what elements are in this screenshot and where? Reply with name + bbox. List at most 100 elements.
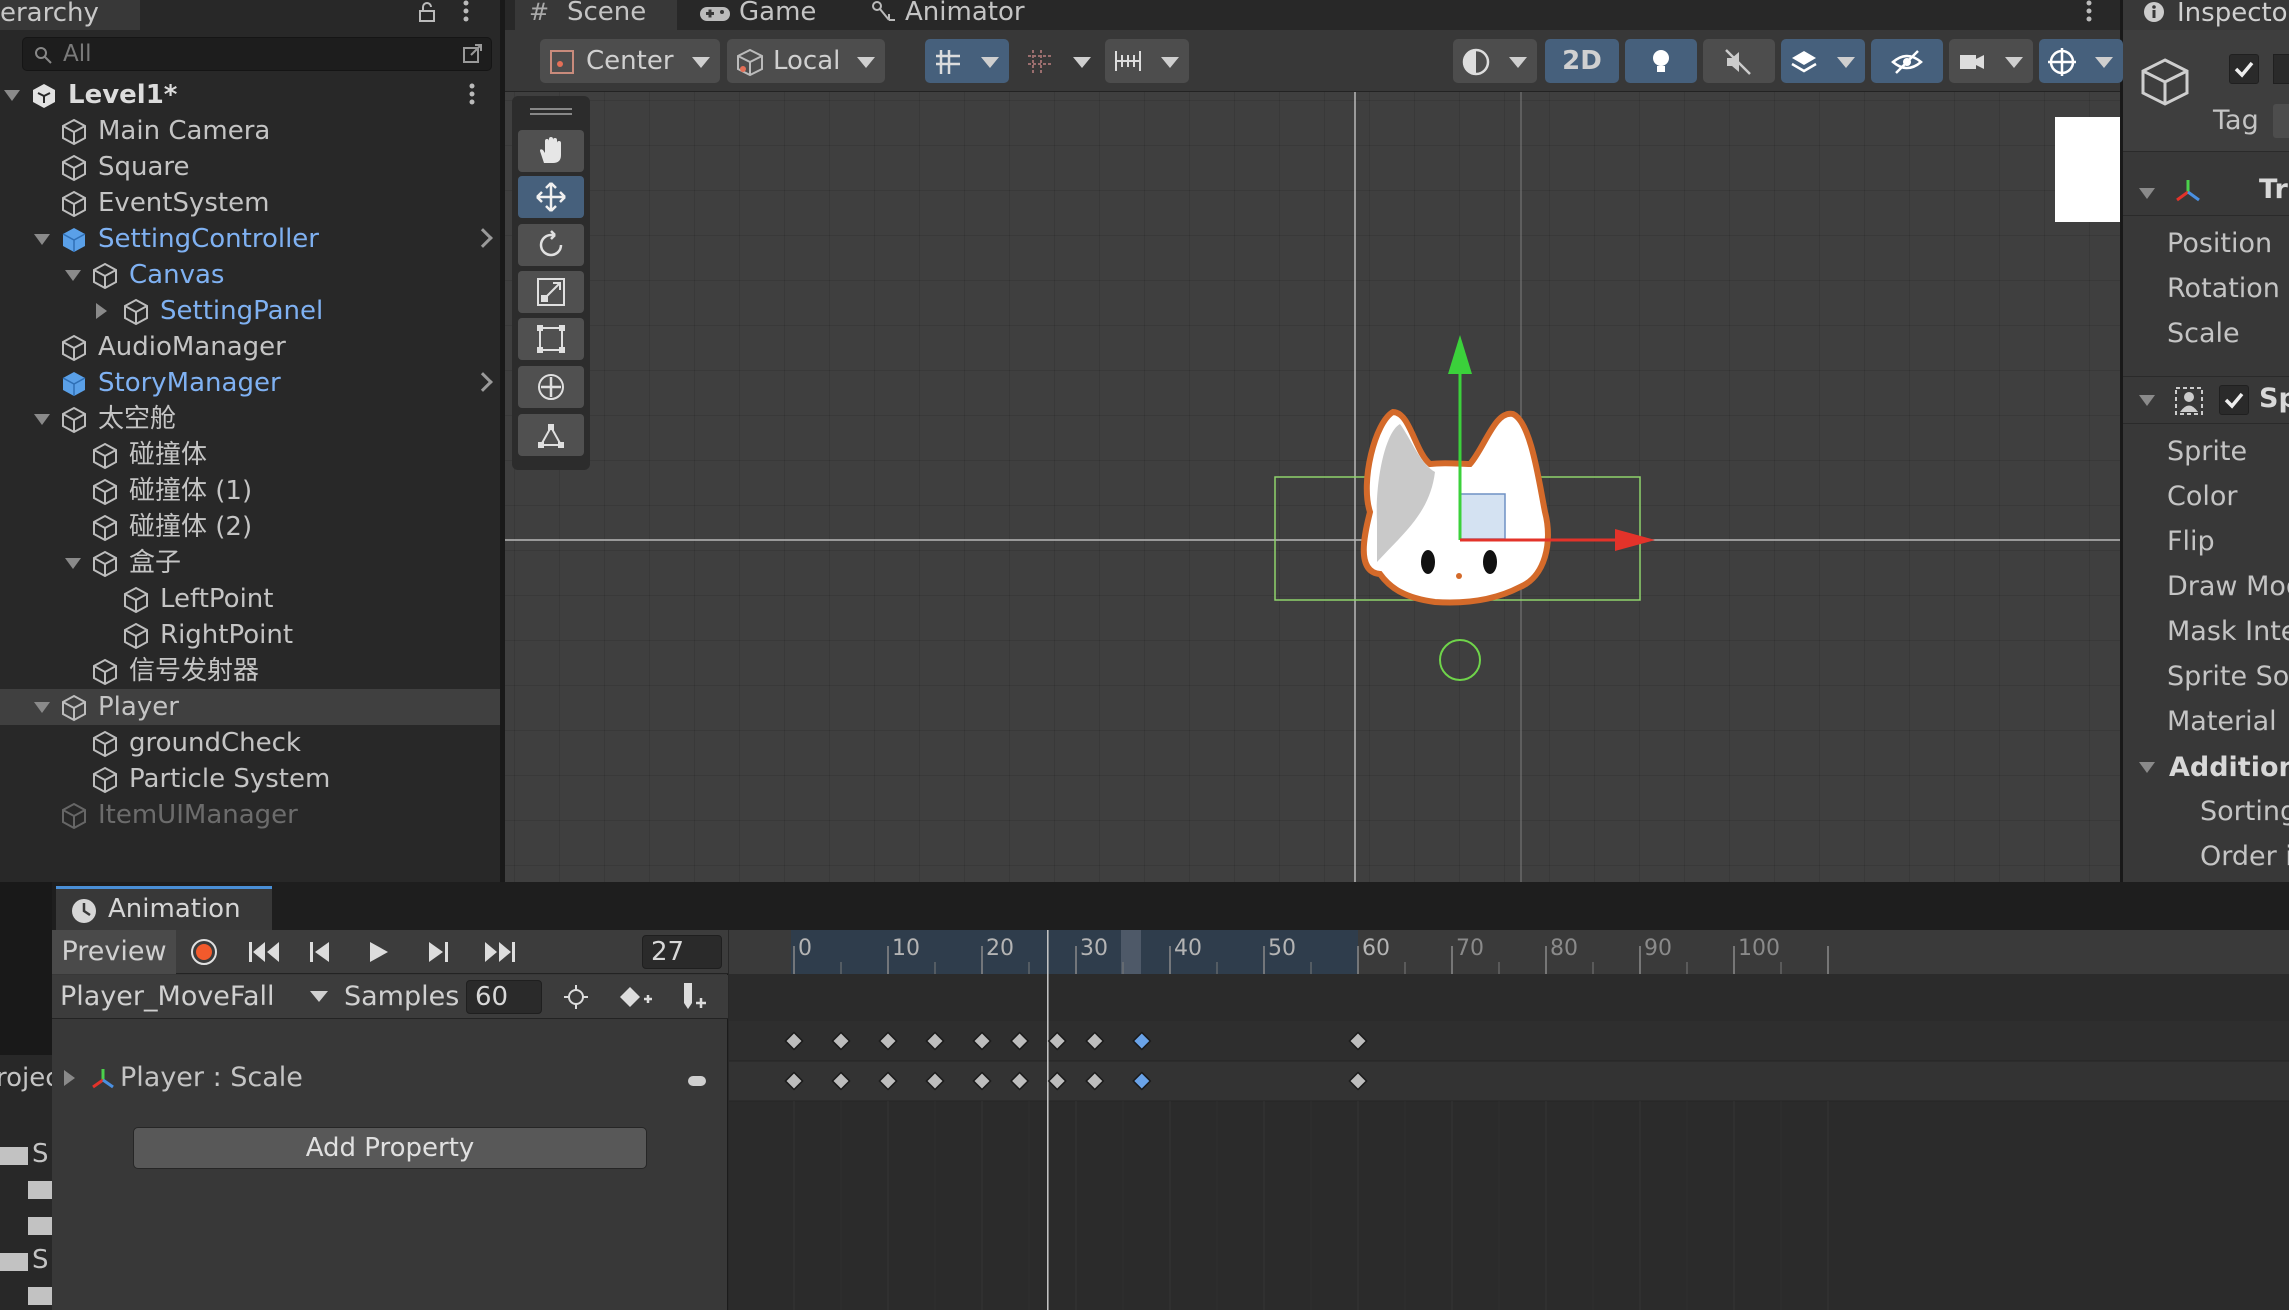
palette-handle[interactable] — [530, 108, 572, 116]
sprite-enabled-checkbox[interactable] — [2219, 385, 2249, 415]
folder-icon — [28, 1181, 52, 1199]
sprite-renderer-header[interactable]: Sp — [2123, 376, 2289, 424]
sprite-renderer-icon — [2175, 387, 2203, 415]
tab-animator[interactable]: Animator — [865, 0, 1035, 30]
snap-keyframe-button[interactable] — [562, 983, 590, 1011]
tree-item-collider[interactable]: 碰撞体 — [0, 437, 500, 473]
animation-controls: Preview 27 — [52, 930, 728, 974]
move-tool[interactable] — [518, 176, 584, 218]
foldout-expanded-icon[interactable] — [65, 270, 81, 281]
lock-icon[interactable] — [418, 2, 438, 22]
tab-animation[interactable]: Animation — [56, 886, 272, 930]
name-field[interactable] — [2273, 54, 2289, 84]
project-tab-label[interactable]: roject — [0, 1063, 52, 1093]
tree-item-main-camera[interactable]: Main Camera — [0, 113, 500, 149]
chevron-right-icon[interactable] — [473, 372, 493, 392]
current-frame-field[interactable]: 27 — [642, 935, 722, 969]
samples-field[interactable]: 60 — [466, 980, 542, 1014]
tree-item-groundcheck[interactable]: groundCheck — [0, 725, 500, 761]
pivot-center-dropdown[interactable]: Center — [540, 39, 720, 83]
transform-component-header[interactable]: Tr — [2123, 168, 2289, 216]
add-event-button[interactable] — [678, 981, 708, 1013]
tree-item-leftpoint[interactable]: LeftPoint — [0, 581, 500, 617]
shading-mode-dropdown[interactable] — [1453, 39, 1537, 83]
property-options-icon[interactable] — [688, 1076, 706, 1086]
tag-dropdown[interactable] — [2273, 104, 2289, 138]
scale-tool[interactable] — [518, 271, 584, 313]
preview-toggle[interactable]: Preview — [52, 930, 176, 974]
tree-item-taikongcang[interactable]: 太空舱 — [0, 401, 500, 437]
animator-icon — [872, 1, 895, 21]
add-keyframe-button[interactable] — [618, 983, 654, 1011]
active-checkbox[interactable] — [2229, 54, 2259, 84]
hierarchy-menu-icon[interactable] — [462, 0, 470, 24]
hierarchy-search-field[interactable]: All — [22, 37, 492, 71]
hand-tool[interactable] — [518, 130, 584, 172]
inspector-tab[interactable]: Inspecto — [2123, 0, 2289, 30]
tree-item-canvas[interactable]: Canvas — [0, 257, 500, 293]
search-options-icon[interactable] — [461, 42, 485, 66]
tree-item-storymanager[interactable]: StoryManager — [0, 365, 500, 401]
foldout-expanded-icon[interactable] — [34, 702, 50, 713]
add-property-button[interactable]: Add Property — [133, 1127, 647, 1169]
camera-dropdown[interactable] — [1949, 39, 2033, 83]
play-button[interactable] — [366, 940, 390, 964]
effects-dropdown[interactable] — [1781, 39, 1865, 83]
tree-item-particle-system[interactable]: Particle System — [0, 761, 500, 797]
record-button[interactable] — [190, 938, 218, 966]
ruler-toggle[interactable] — [1105, 39, 1189, 83]
rect-tool[interactable] — [518, 318, 584, 360]
last-keyframe-button[interactable] — [482, 940, 516, 964]
grid-snap-toggle[interactable] — [925, 39, 1009, 83]
tree-item-itemuimanager[interactable]: ItemUIManager — [0, 797, 500, 833]
pivot-local-dropdown[interactable]: Local — [727, 39, 885, 83]
lighting-toggle[interactable] — [1625, 39, 1697, 83]
audio-toggle[interactable] — [1703, 39, 1775, 83]
scene-level1[interactable]: Level1* — [0, 77, 500, 113]
tree-item-box[interactable]: 盒子 — [0, 545, 500, 581]
tab-scene[interactable]: # Scene — [515, 0, 677, 30]
scene-menu-icon[interactable] — [2085, 0, 2093, 24]
clip-dropdown[interactable]: Player_MoveFall — [52, 975, 334, 1019]
animation-timeline[interactable] — [729, 930, 2289, 1310]
tree-item-settingpanel[interactable]: SettingPanel — [0, 293, 500, 329]
tree-item-rightpoint[interactable]: RightPoint — [0, 617, 500, 653]
custom-tool[interactable] — [518, 414, 584, 456]
tree-item-collider-2[interactable]: 碰撞体 (2) — [0, 509, 500, 545]
scene-visibility-toggle[interactable] — [1871, 39, 1943, 83]
tree-item-collider-1[interactable]: 碰撞体 (1) — [0, 473, 500, 509]
project-folder-label[interactable]: S — [32, 1139, 49, 1169]
tree-item-settingcontroller[interactable]: SettingController — [0, 221, 500, 257]
gizmo-globe-icon — [2048, 48, 2076, 76]
tab-game[interactable]: Game — [685, 0, 816, 30]
tree-item-signal-emitter[interactable]: 信号发射器 — [0, 653, 500, 689]
hierarchy-tab[interactable]: erarchy — [0, 0, 140, 30]
property-row-player-scale[interactable]: Player : Scale — [52, 1060, 728, 1100]
scale-icon — [537, 278, 565, 306]
ruler-label: 0 — [798, 936, 812, 961]
foldout-expanded-icon[interactable] — [34, 234, 50, 245]
scene-menu-icon[interactable] — [468, 83, 476, 107]
snap-increment-toggle[interactable] — [1017, 39, 1101, 83]
previous-keyframe-button[interactable] — [308, 940, 332, 964]
scene-viewport[interactable] — [505, 92, 2120, 882]
tree-item-square[interactable]: Square — [0, 149, 500, 185]
first-keyframe-button[interactable] — [248, 940, 282, 964]
project-folder-label[interactable]: S — [32, 1245, 49, 1275]
chevron-right-icon[interactable] — [473, 228, 493, 248]
additional-settings-foldout[interactable]: Additiona — [2123, 748, 2289, 792]
foldout-expanded-icon[interactable] — [65, 558, 81, 569]
mode-2d-toggle[interactable]: 2D — [1545, 39, 1619, 83]
tree-item-label: StoryManager — [98, 368, 281, 398]
foldout-expanded-icon[interactable] — [34, 414, 50, 425]
tree-item-eventsystem[interactable]: EventSystem — [0, 185, 500, 221]
foldout-expanded-icon[interactable] — [4, 90, 20, 101]
foldout-collapsed-icon[interactable] — [96, 303, 107, 319]
next-keyframe-button[interactable] — [426, 940, 450, 964]
rotate-tool[interactable] — [518, 224, 584, 266]
prefab-cube-icon — [93, 262, 117, 290]
tree-item-audiomanager[interactable]: AudioManager — [0, 329, 500, 365]
transform-tool[interactable] — [518, 366, 584, 408]
gizmos-dropdown[interactable] — [2039, 39, 2123, 83]
tree-item-player[interactable]: Player — [0, 689, 500, 725]
